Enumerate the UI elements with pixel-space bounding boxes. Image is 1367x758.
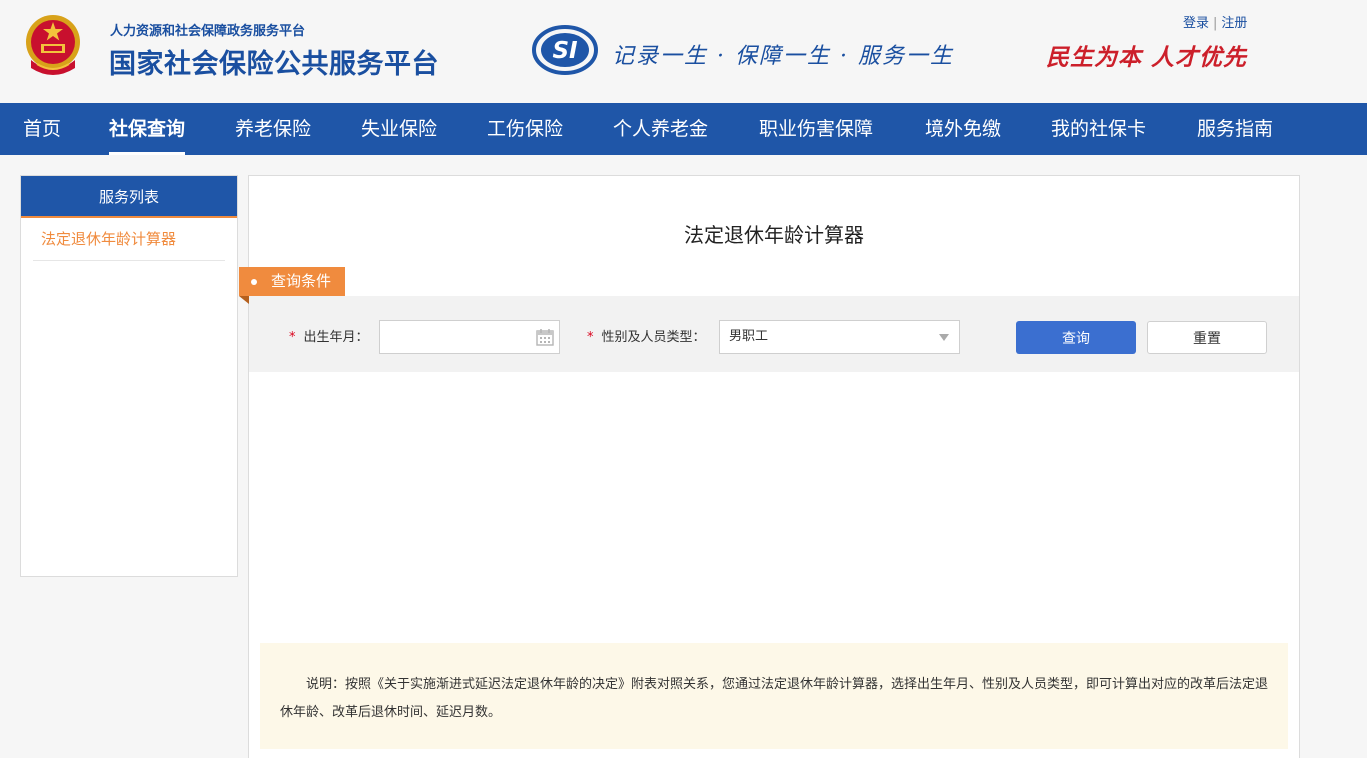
nav-item-service-guide[interactable]: 服务指南 <box>1197 103 1273 155</box>
birth-date-label: * 出生年月： <box>289 326 369 345</box>
query-form: * 出生年月： * 性别及人员类型： 男职工 查询 重置 <box>249 296 1299 372</box>
site-title: 国家社会保险公共服务平台 <box>109 49 439 80</box>
sidebar-item-retirement-calculator[interactable]: 法定退休年龄计算器 <box>33 218 225 261</box>
nav-item-injury-insurance[interactable]: 工伤保险 <box>487 103 563 155</box>
nav-item-occupational-injury[interactable]: 职业伤害保障 <box>759 103 873 155</box>
calculator-panel: 法定退休年龄计算器 查询条件 * 出生年月： * 性别及人员类型： 男职工 查询 重… <box>239 175 1300 758</box>
header-motto: 民生为本 人才优先 <box>1046 44 1248 71</box>
nav-item-personal-pension[interactable]: 个人养老金 <box>613 103 708 155</box>
nav-item-overseas-exemption[interactable]: 境外免缴 <box>925 103 1001 155</box>
person-type-value: 男职工 <box>729 329 769 344</box>
si-logo-icon: SI <box>532 25 598 75</box>
nav-item-unemployment-insurance[interactable]: 失业保险 <box>361 103 437 155</box>
auth-links: 登录 | 注册 <box>1183 12 1247 31</box>
header-slogan: 记录一生 · 保障一生 · 服务一生 <box>612 44 954 69</box>
chevron-down-icon <box>939 334 949 341</box>
service-sidebar: 服务列表 法定退休年龄计算器 <box>20 175 238 577</box>
query-button[interactable]: 查询 <box>1016 321 1136 354</box>
nav-item-my-social-card[interactable]: 我的社保卡 <box>1051 103 1146 155</box>
calendar-icon[interactable] <box>536 328 554 346</box>
person-type-select[interactable]: 男职工 <box>719 320 960 354</box>
birth-date-label-text: 出生年月： <box>303 330 369 345</box>
person-type-label-text: 性别及人员类型： <box>601 330 706 345</box>
sidebar-title: 服务列表 <box>21 176 237 218</box>
page-title: 法定退休年龄计算器 <box>684 223 864 247</box>
login-link[interactable]: 登录 <box>1183 16 1209 31</box>
si-logo-text: SI <box>552 38 578 64</box>
auth-separator: | <box>1213 16 1218 31</box>
site-header: 人力资源和社会保障政务服务平台 国家社会保险公共服务平台 SI 记录一生 · 保… <box>0 0 1367 103</box>
main-nav: 首页 社保查询 养老保险 失业保险 工伤保险 个人养老金 职业伤害保障 境外免缴… <box>0 103 1367 155</box>
reset-button[interactable]: 重置 <box>1147 321 1267 354</box>
register-link[interactable]: 注册 <box>1221 16 1247 31</box>
nav-item-home[interactable]: 首页 <box>23 103 61 155</box>
national-emblem-icon <box>26 15 80 75</box>
query-condition-tag: 查询条件 <box>239 267 345 304</box>
person-type-label: * 性别及人员类型： <box>587 326 706 345</box>
birth-date-input[interactable] <box>386 322 536 352</box>
required-mark: * <box>587 330 594 345</box>
header-subtitle: 人力资源和社会保障政务服务平台 <box>110 24 306 39</box>
nav-item-pension-insurance[interactable]: 养老保险 <box>235 103 311 155</box>
birth-date-field[interactable] <box>379 320 560 354</box>
explanation-note: 说明：按照《关于实施渐进式延迟法定退休年龄的决定》附表对照关系，您通过法定退休年… <box>260 643 1288 749</box>
nav-item-social-security-query[interactable]: 社保查询 <box>109 103 186 155</box>
required-mark: * <box>289 330 296 345</box>
